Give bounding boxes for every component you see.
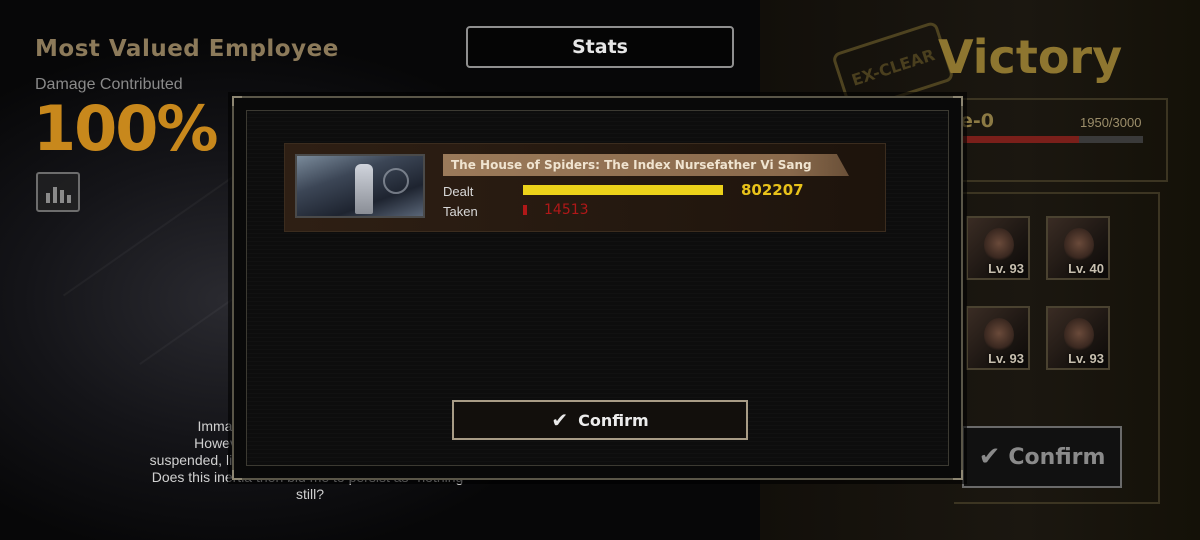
enemy-figure-detail bbox=[383, 168, 409, 194]
exp-bar-fill bbox=[960, 136, 1079, 143]
roster-portrait[interactable]: Lv. 40 bbox=[1046, 216, 1110, 280]
victory-title: Victory bbox=[938, 30, 1123, 84]
enemy-figure bbox=[355, 164, 373, 214]
clear-stamp-text: EX-CLEAR bbox=[849, 44, 937, 90]
portrait-level: Lv. 93 bbox=[988, 351, 1024, 366]
taken-label: Taken bbox=[443, 204, 478, 219]
bar-chart-icon[interactable] bbox=[36, 172, 80, 212]
tab-stats[interactable]: Stats bbox=[466, 26, 734, 68]
corner-ornament bbox=[953, 96, 963, 106]
portrait-face bbox=[984, 228, 1014, 262]
portrait-face bbox=[984, 318, 1014, 352]
portrait-level: Lv. 40 bbox=[1068, 261, 1104, 276]
dealt-value: 802207 bbox=[741, 181, 804, 199]
enemy-name-banner: The House of Spiders: The Index Nursefat… bbox=[443, 154, 849, 176]
dealt-bar bbox=[523, 185, 723, 195]
portrait-level: Lv. 93 bbox=[1068, 351, 1104, 366]
confirm-button-background[interactable]: ✔ Confirm bbox=[962, 426, 1122, 488]
checkmark-icon: ✔ bbox=[978, 442, 1001, 472]
portrait-face bbox=[1064, 228, 1094, 262]
corner-ornament bbox=[232, 470, 242, 480]
tab-stats-label: Stats bbox=[572, 36, 628, 58]
enemy-stat-row: The House of Spiders: The Index Nursefat… bbox=[284, 143, 886, 232]
exp-text: 1950/3000 bbox=[1080, 115, 1142, 130]
taken-value: 14513 bbox=[544, 202, 589, 218]
enemy-name: The House of Spiders: The Index Nursefat… bbox=[451, 158, 812, 172]
corner-ornament bbox=[953, 470, 963, 480]
roster-portrait[interactable]: Lv. 93 bbox=[1046, 306, 1110, 370]
mve-title: Most Valued Employee bbox=[35, 36, 339, 62]
corner-ornament bbox=[232, 96, 242, 106]
exp-bar bbox=[960, 136, 1143, 143]
confirm-button[interactable]: ✔ Confirm bbox=[452, 400, 748, 440]
flavor-line: still? bbox=[295, 486, 324, 502]
level-text: e-0 bbox=[960, 110, 994, 132]
checkmark-icon: ✔ bbox=[551, 408, 569, 432]
dealt-bar-fill bbox=[523, 185, 723, 195]
roster-portrait[interactable]: Lv. 93 bbox=[966, 306, 1030, 370]
portrait-level: Lv. 93 bbox=[988, 261, 1024, 276]
roster-portrait[interactable]: Lv. 93 bbox=[966, 216, 1030, 280]
damage-percent: 100% bbox=[33, 92, 219, 165]
confirm-label: Confirm bbox=[1008, 444, 1106, 470]
confirm-button-label: Confirm bbox=[578, 410, 649, 430]
dealt-label: Dealt bbox=[443, 184, 474, 199]
enemy-portrait bbox=[295, 154, 425, 218]
taken-bar-fill bbox=[523, 205, 527, 215]
portrait-face bbox=[1064, 318, 1094, 352]
